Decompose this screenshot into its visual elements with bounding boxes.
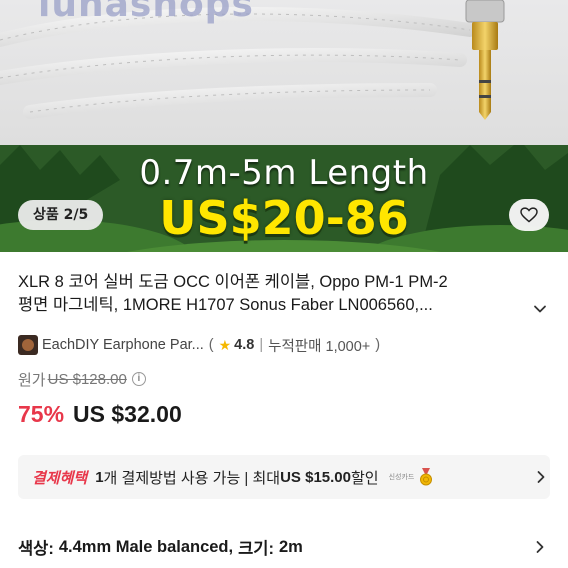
store-info-row[interactable]: EachDIY Earphone Par... ( ★ 4.8 | 누적판매 1… [18, 334, 385, 356]
card-badge-text: 신성카드 [388, 474, 415, 481]
image-counter: 상품 2/5 [18, 200, 104, 230]
banner-length-text: 0.7m-5m Length [139, 153, 429, 193]
color-value: 4.4mm Male balanced, [58, 537, 234, 556]
benefit-text-a: 개 결제방법 사용 가능 | 최대 [103, 469, 281, 487]
size-value: 2m [278, 537, 303, 556]
product-title-line-1: XLR 8 코어 실버 도금 OCC 이어폰 케이블, Oppo PM-1 PM… [18, 273, 448, 291]
info-icon[interactable]: i [131, 372, 146, 386]
store-name[interactable]: EachDIY Earphone Par... [42, 337, 204, 353]
color-label: 색상: [18, 540, 54, 558]
wishlist-button[interactable] [509, 199, 549, 231]
sale-price: US $32.00 [73, 401, 182, 427]
option-selector-row[interactable]: 색상: 4.4mm Male balanced, 크기: 2m [18, 535, 550, 559]
discount-percent: 75% [18, 401, 65, 427]
chevron-down-icon[interactable] [532, 301, 548, 317]
original-price: US $128.00 [47, 370, 127, 388]
benefit-amount: US $15.00 [280, 468, 351, 486]
product-title-line-2: 평면 마그네틱, 1MORE H1707 Sonus Faber LN00656… [18, 296, 433, 314]
original-price-label: 원가 [18, 371, 46, 389]
star-icon: ★ [218, 336, 232, 353]
medal-icon [420, 468, 433, 486]
chevron-right-icon [537, 471, 545, 483]
close-paren: ) [375, 337, 381, 353]
chevron-right-icon [536, 541, 544, 553]
image-watermark: lunashops [38, 0, 254, 25]
product-image-carousel[interactable]: lunashops 0.7m-5m Length US$20-86 상품 2/5 [0, 0, 568, 252]
size-label: 크기: [238, 540, 274, 558]
payment-benefit-banner[interactable]: 결제혜택 1 개 결제방법 사용 가능 | 최대 US $15.00 할인 신성… [18, 455, 550, 499]
benefit-count: 1 [95, 468, 104, 486]
store-logo [18, 335, 38, 355]
divider: | [259, 337, 264, 353]
product-photo: lunashops [0, 0, 568, 145]
original-price-row: 원가 US $128.00 i [18, 369, 146, 389]
benefit-text-b: 할인 [350, 469, 379, 487]
open-paren: ( [208, 337, 214, 353]
sales-count: 누적판매 1,000+ [268, 338, 371, 355]
sale-price-row: 75% US $32.00 [18, 401, 182, 431]
store-rating: 4.8 [234, 337, 255, 353]
heart-icon [520, 207, 538, 223]
benefit-label: 결제혜택 [32, 469, 88, 487]
product-title[interactable]: XLR 8 코어 실버 도금 OCC 이어폰 케이블, Oppo PM-1 PM… [18, 271, 528, 317]
promo-banner: 0.7m-5m Length US$20-86 [0, 145, 568, 252]
